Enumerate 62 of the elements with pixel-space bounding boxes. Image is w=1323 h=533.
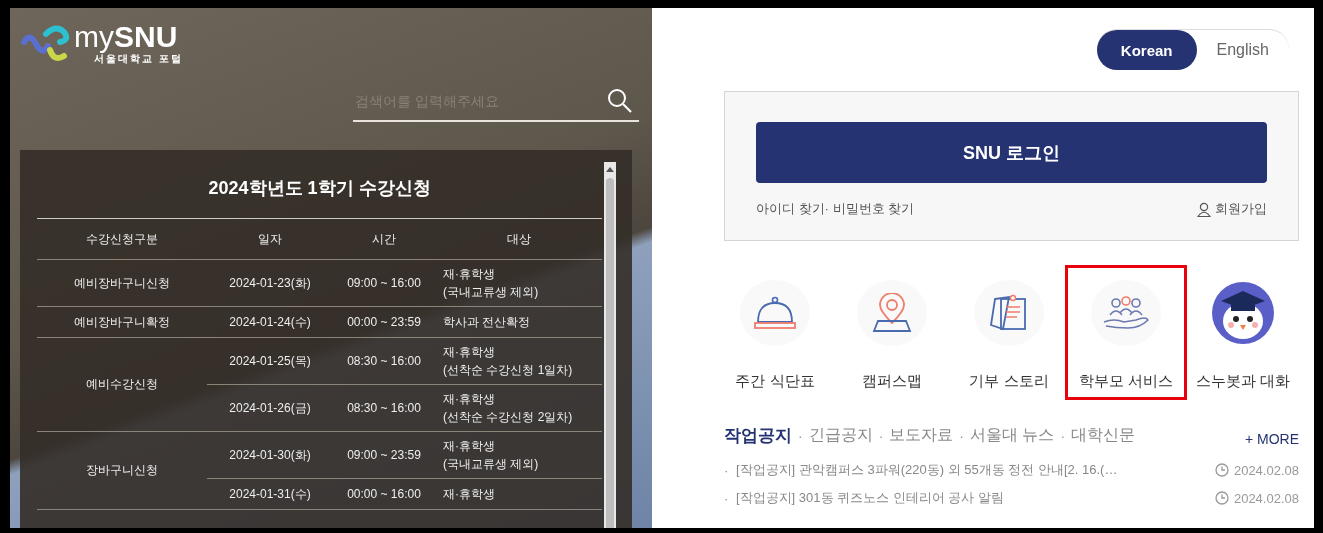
- scrollbar-thumb[interactable]: [606, 178, 614, 528]
- table-cell: 장바구니신청: [37, 431, 207, 510]
- notice-link[interactable]: [작업공지] 관악캠퍼스 3파워(220동) 외 55개동 정전 안내[2. 16.(…: [736, 461, 1215, 479]
- language-tab[interactable]: English: [1196, 30, 1289, 70]
- column-header: 일자: [207, 219, 333, 260]
- separator-dot: ·: [959, 427, 964, 444]
- more-link[interactable]: + MORE: [1244, 431, 1299, 447]
- table-cell: 재·휴학생 (국내교류생 제외): [435, 431, 602, 479]
- separator-dot: ·: [1060, 427, 1066, 444]
- notice-tab[interactable]: 작업공지: [724, 424, 792, 447]
- language-tab[interactable]: Korean: [1096, 30, 1197, 70]
- clock-icon: [1214, 463, 1229, 477]
- separator-dot: ·: [798, 427, 803, 444]
- table-cell: 예비장바구니신청: [37, 259, 207, 307]
- notice-tab[interactable]: 보도자료: [889, 425, 954, 446]
- notice-tab[interactable]: 긴급공지: [808, 425, 873, 446]
- table-cell: 재·휴학생 (국내교류생 제외): [435, 259, 602, 307]
- table-cell: 00:00 ~ 16:00: [333, 478, 435, 510]
- clock-icon: [1214, 491, 1229, 505]
- table-cell: 재·휴학생 (선착순 수강신청 1일차): [435, 337, 602, 385]
- table-cell: 08:30 ~ 16:00: [333, 384, 435, 432]
- table-cell: 2024-01-24(수): [207, 306, 333, 338]
- scrollbar[interactable]: [604, 162, 616, 528]
- table-cell: 예비수강신청: [37, 337, 207, 432]
- search-icon[interactable]: [607, 88, 633, 114]
- table-cell: 학사과 전산확정: [435, 306, 602, 338]
- column-header: 수강신청구분: [37, 219, 207, 260]
- column-header: 시간: [333, 219, 435, 260]
- logo-text: mySNU: [74, 22, 178, 52]
- service-bell-icon: [753, 295, 797, 331]
- map-pin-icon: [870, 293, 914, 333]
- notice-date: 2024.02.08: [1233, 490, 1299, 506]
- table-cell: 08:30 ~ 16:00: [333, 337, 435, 385]
- find-account-link[interactable]: 아이디 찾기· 비밀번호 찾기: [756, 200, 915, 218]
- table-cell: 00:00 ~ 23:59: [333, 306, 435, 338]
- table-cell: 2024-01-23(화): [207, 259, 333, 307]
- person-icon: [1197, 201, 1211, 217]
- table-cell: 2024-01-26(금): [207, 384, 333, 432]
- bullet-dot: ·: [724, 462, 730, 478]
- notice-tab[interactable]: 대학신문: [1071, 425, 1136, 446]
- table-cell: 예비장바구니확정: [37, 306, 207, 338]
- table-cell: 2024-01-30(화): [207, 431, 333, 479]
- mascot-drawing: [1211, 281, 1275, 345]
- table-cell: 2024-01-31(수): [207, 478, 333, 510]
- table-cell: 09:00 ~ 23:59: [333, 431, 435, 479]
- scroll-up-icon[interactable]: [606, 166, 614, 172]
- people-on-hand-icon: [1102, 296, 1150, 330]
- table-cell: 재·휴학생: [435, 478, 602, 510]
- notice-tab[interactable]: 서울대 뉴스: [970, 425, 1055, 446]
- separator-dot: ·: [878, 427, 884, 444]
- table-cell: 09:00 ~ 16:00: [333, 259, 435, 307]
- table-cell: 2024-01-25(목): [207, 337, 333, 385]
- quick-link[interactable]: 학부모 서비스: [1065, 265, 1187, 400]
- table-cell: 재·휴학생 (선착순 수강신청 2일차): [435, 384, 602, 432]
- signup-link[interactable]: 회원가입: [1215, 200, 1267, 218]
- login-button[interactable]: SNU 로그인: [756, 122, 1267, 183]
- schedule-title: 2024학년도 1학기 수강신청: [37, 150, 602, 219]
- notice-date: 2024.02.08: [1233, 462, 1299, 478]
- bullet-dot: ·: [724, 490, 730, 506]
- column-header: 대상: [435, 219, 602, 260]
- notice-link[interactable]: [작업공지] 301동 퀴즈노스 인테리어 공사 알림: [736, 489, 1215, 507]
- logo-subtitle: 서울대학교 포털: [94, 53, 183, 66]
